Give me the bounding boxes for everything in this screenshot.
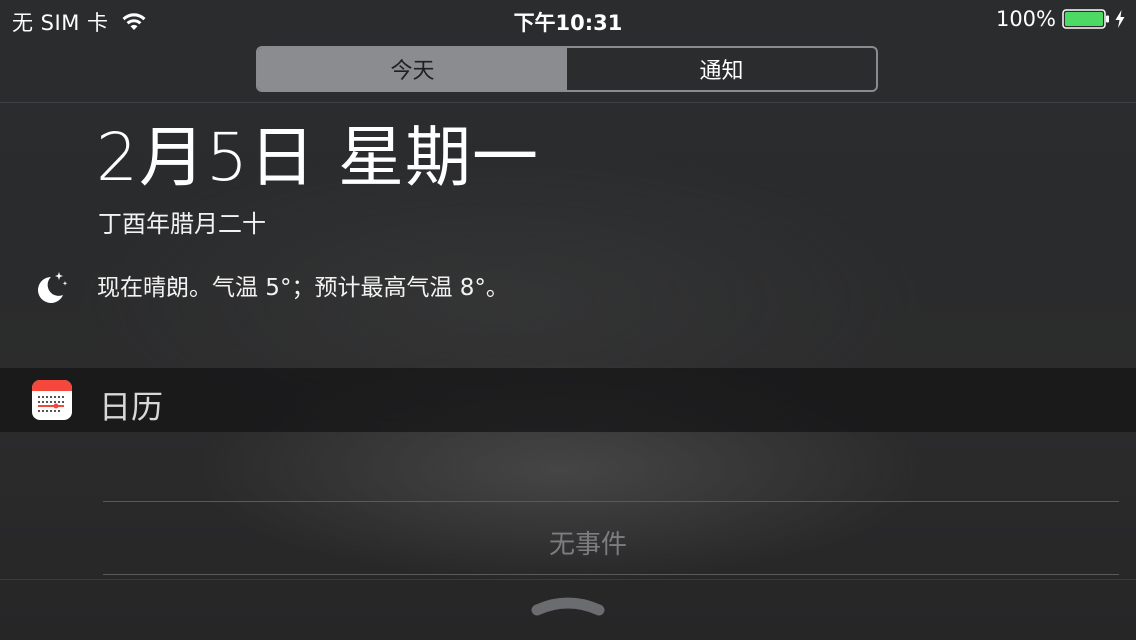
calendar-widget-header[interactable]: 日历 — [0, 368, 1136, 432]
date-heading: 2月5日 星期一 — [96, 119, 539, 196]
calendar-widget-title: 日历 — [99, 388, 164, 426]
status-bar: 无 SIM 卡 下午10:31 100% — [0, 0, 1136, 40]
lunar-date: 丁酉年腊月二十 — [98, 210, 266, 238]
calendar-app-icon — [32, 380, 72, 420]
battery-status: 100% — [996, 7, 1126, 31]
footer-divider — [0, 579, 1136, 580]
charging-bolt-icon — [1115, 10, 1125, 28]
tab-notifications[interactable]: 通知 — [567, 48, 876, 90]
battery-percent: 100% — [995, 7, 1056, 31]
pull-up-handle-icon[interactable] — [531, 594, 605, 620]
tab-today[interactable]: 今天 — [258, 48, 567, 90]
battery-icon — [1062, 9, 1109, 29]
status-time: 下午10:31 — [513, 11, 623, 35]
events-bottom-divider — [103, 574, 1119, 575]
moon-stars-icon — [38, 272, 68, 303]
header-divider — [0, 102, 1136, 103]
view-segmented-control: 今天 通知 — [256, 46, 878, 92]
no-events-label: 无事件 — [548, 530, 627, 560]
weather-summary: 现在晴朗。气温 5°；预计最高气温 8°。 — [97, 275, 509, 301]
events-top-divider — [103, 501, 1119, 502]
